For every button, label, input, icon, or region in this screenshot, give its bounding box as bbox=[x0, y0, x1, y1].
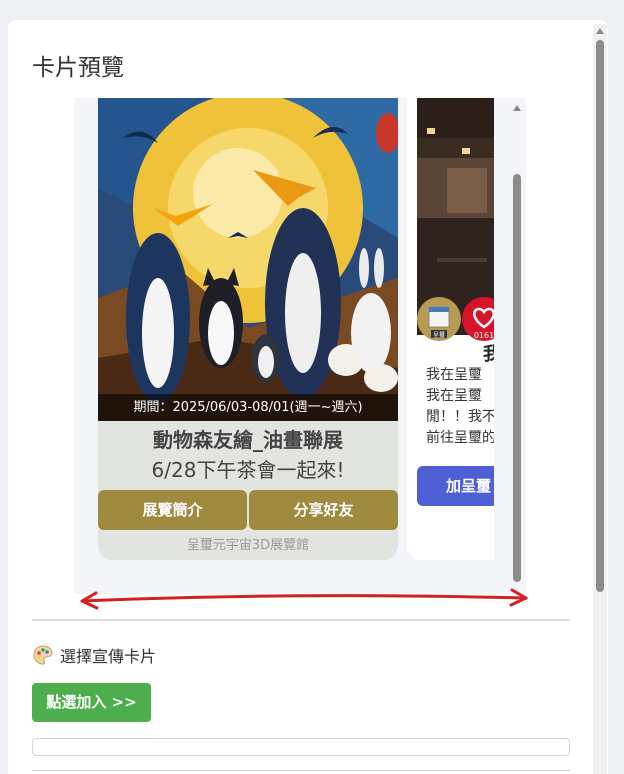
input-field[interactable] bbox=[32, 738, 570, 756]
section-divider bbox=[32, 619, 570, 621]
select-promo-card-label: 選擇宣傳卡片 bbox=[32, 643, 156, 667]
select-promo-card-text: 選擇宣傳卡片 bbox=[60, 647, 157, 666]
palette-icon bbox=[33, 645, 53, 665]
add-card-button[interactable]: 點選加入 >> bbox=[32, 683, 151, 722]
input-field-2[interactable] bbox=[32, 770, 570, 774]
